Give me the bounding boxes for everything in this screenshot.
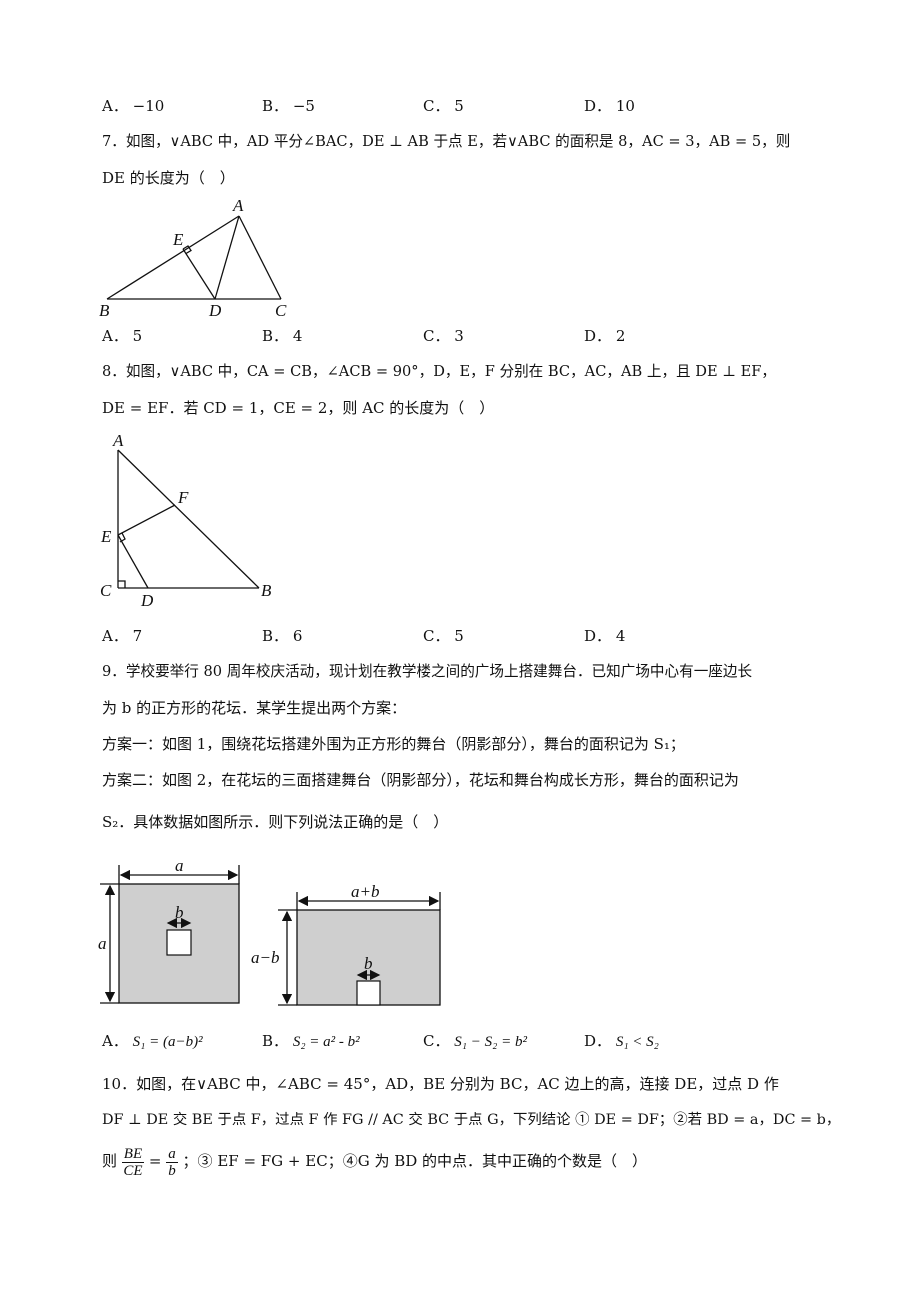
- q7-label-c: C: [275, 301, 287, 320]
- q9-fig1-label-height: a: [98, 934, 107, 953]
- q8-label-c: C: [100, 581, 112, 600]
- q9-fig1-label-inner: b: [175, 903, 184, 922]
- q8-option-d: D． 4: [584, 627, 626, 645]
- q8-option-c: C． 5: [423, 627, 464, 645]
- q9-fig1-flowerbed: [166, 929, 192, 956]
- q8-segment-ed: [117, 534, 149, 589]
- q6-option-a: A． −10: [102, 97, 165, 115]
- q10-line3-prefix: 则: [102, 1152, 118, 1170]
- q9-fig2-label-width: a+b: [351, 882, 379, 901]
- q7-option-a: A． 5: [102, 327, 143, 345]
- q6-option-b: B． −5: [262, 97, 315, 115]
- q8-label-b: B: [261, 581, 272, 600]
- q8-label-f: F: [177, 488, 189, 507]
- q9-fig1-label-width: a: [175, 856, 184, 875]
- q8-segment-ef: [117, 504, 176, 536]
- q9-option-d: D． S₁ < S₂: [584, 1032, 659, 1050]
- q10-fraction-be-ce: BE CE: [121, 1145, 145, 1179]
- q8-option-a: A． 7: [102, 627, 143, 645]
- q7-side-ac: [238, 215, 282, 300]
- q8-right-angle-mark-c: [118, 580, 126, 588]
- q9-stem-line1: 9．学校要举行 80 周年校庆活动，现计划在教学楼之间的广场上搭建舞台．已知广场…: [102, 663, 753, 680]
- q7-segment-de: [182, 248, 216, 300]
- q9-fig2-label-inner: b: [364, 954, 373, 973]
- q9-figure-2: a+b a−b b: [251, 882, 441, 1006]
- q9-stem-line5: S₂．具体数据如图所示．则下列说法正确的是（ ）: [102, 813, 449, 831]
- q7-option-b: B． 4: [262, 327, 303, 345]
- q9-option-c: C． S₁ − S₂ = b²: [423, 1032, 527, 1050]
- q8-label-e: E: [100, 527, 112, 546]
- q9-option-b: B． S₂ = a² - b²: [262, 1032, 360, 1050]
- q10-stem-line1: 10．如图，在∨ABC 中，∠ABC = 45°，AD，BE 分别为 BC，AC…: [102, 1075, 779, 1093]
- q9-figure-1: a a b: [98, 856, 240, 1004]
- q9-plan1: 方案一：如图 1，围绕花坛搭建外围为正方形的舞台（阴影部分），舞台的面积记为 S…: [102, 735, 685, 753]
- q7-label-e: E: [172, 230, 184, 249]
- q8-option-b: B． 6: [262, 627, 303, 645]
- q9-fig2-flowerbed: [356, 980, 381, 1006]
- q9-option-a: A． S₁ = (a−b)²: [102, 1032, 203, 1050]
- q7-label-a: A: [232, 196, 244, 215]
- q8-side-ab: [117, 449, 260, 589]
- q6-option-d: D． 10: [584, 97, 635, 115]
- q10-line3-suffix: ；③ EF = FG + EC；④G 为 BD 的中点．其中正确的个数是（ ）: [182, 1152, 648, 1170]
- q10-fraction-a-b: ab: [166, 1145, 178, 1179]
- q8-stem-line2: DE = EF．若 CD = 1，CE = 2，则 AC 的长度为（ ）: [102, 399, 495, 417]
- q7-label-b: B: [99, 301, 110, 320]
- q6-option-c: C． 5: [423, 97, 464, 115]
- q7-stem-line1: 7．如图，∨ABC 中，AD 平分∠BAC，DE ⊥ AB 于点 E，若∨ABC…: [102, 133, 791, 150]
- q8-label-a: A: [112, 431, 124, 450]
- q9-fig2-label-height: a−b: [251, 948, 279, 967]
- q8-label-d: D: [140, 591, 154, 610]
- q10-stem-line3: 则 BE CE = ab ；③ EF = FG + EC；④G 为 BD 的中点．…: [102, 1142, 647, 1180]
- q8-stem-line1: 8．如图，∨ABC 中，CA = CB，∠ACB = 90°，D，E，F 分别在…: [102, 363, 777, 380]
- q9-stem-line2: 为 b 的正方形的花坛．某学生提出两个方案：: [102, 699, 407, 717]
- q7-option-c: C． 3: [423, 327, 464, 345]
- q7-option-d: D． 2: [584, 327, 626, 345]
- q7-stem-line2: DE 的长度为（ ）: [102, 169, 235, 187]
- q10-equals: =: [148, 1152, 162, 1170]
- q7-figure: A E B D C: [99, 196, 287, 320]
- q9-plan2: 方案二：如图 2，在花坛的三面搭建舞台（阴影部分），花坛和舞台构成长方形，舞台的…: [102, 771, 739, 789]
- q10-stem-line2: DF ⊥ DE 交 BE 于点 F，过点 F 作 FG // AC 交 BC 于…: [102, 1112, 841, 1128]
- q7-label-d: D: [208, 301, 222, 320]
- q8-figure: A F E C D B: [100, 431, 272, 610]
